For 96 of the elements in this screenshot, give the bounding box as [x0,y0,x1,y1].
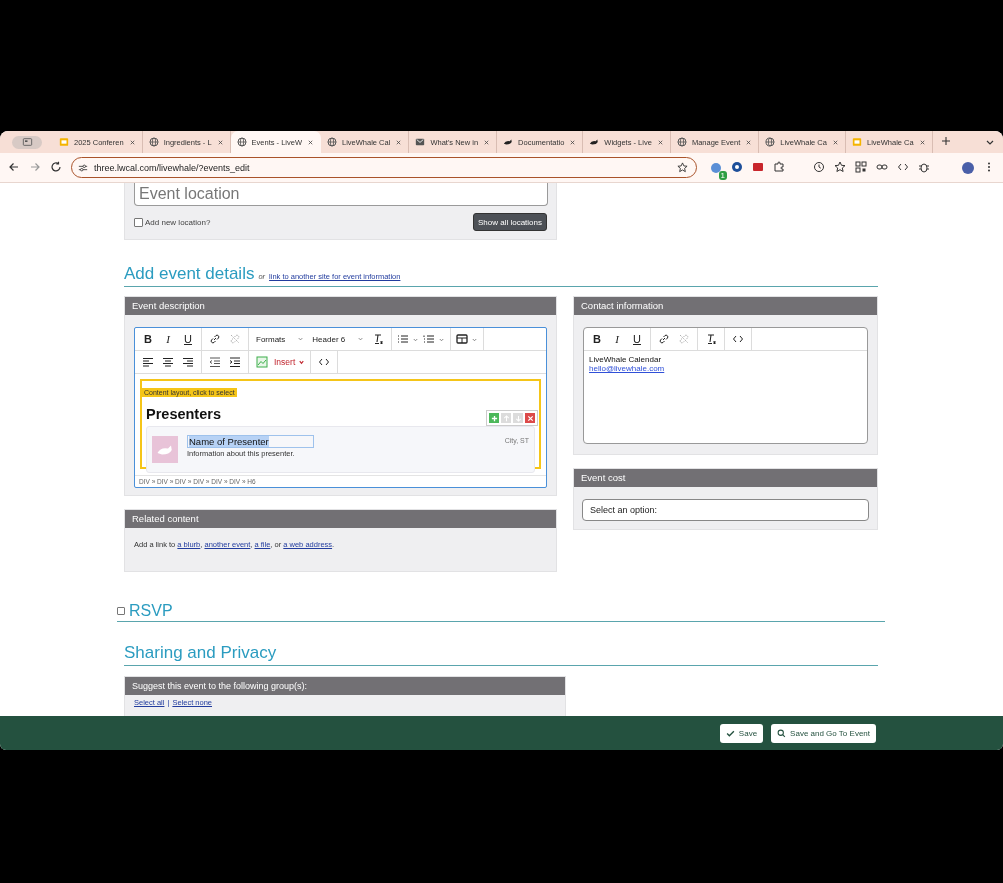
close-icon [395,138,403,146]
caret-icon [297,335,305,343]
add-location-checkbox[interactable] [134,217,143,227]
close-icon [216,138,224,146]
close-icon [569,138,577,146]
unlink-icon [229,333,241,345]
italic-button[interactable]: I [607,330,627,348]
panel-header: Suggest this event to the following group(s): [125,677,565,695]
underline-button[interactable]: U [627,330,647,348]
presenters-heading: Presenters [146,406,221,422]
indent-icon [229,356,241,368]
site-settings-icon [78,162,88,173]
close-icon [307,138,314,146]
rsvp-checkbox[interactable] [117,607,125,615]
extension-icon [710,161,722,174]
arrow-down-icon [514,414,522,422]
globe-icon [327,137,337,147]
bold-button[interactable]: B [138,330,158,348]
arrow-up-icon [502,414,510,422]
section-heading: RSVP [129,602,173,620]
profile-avatar[interactable] [962,161,974,174]
panel-header: Contact information [574,297,877,315]
italic-button[interactable]: I [158,330,178,348]
globe-icon [765,137,776,147]
plus-icon [490,414,498,422]
caret-icon [357,335,365,343]
search-icon [777,728,787,738]
panel-header: Event cost [574,469,877,487]
tab-search-button[interactable] [12,135,42,149]
link-icon [209,333,221,345]
forward-icon [29,160,41,173]
close-icon [745,138,753,146]
new-tab-icon [940,136,951,146]
bullet-list-icon [397,333,410,345]
history-icon [813,160,825,173]
extension-icon [752,160,764,173]
format-dropdown[interactable]: Formats [252,330,309,348]
bold-button[interactable]: B [587,330,607,348]
outdent-icon [209,356,221,368]
globe-icon [676,137,687,147]
bug-icon [918,160,930,173]
contact-name: LiveWhale Calendar [589,355,663,364]
remove-block-button[interactable] [525,413,535,423]
clear-format-icon [372,333,385,345]
code-icon [732,333,744,345]
close-icon [831,138,839,146]
panel-header: Related content [125,510,556,528]
underline-button[interactable]: U [178,330,198,348]
star-icon [834,160,846,173]
reload-icon [50,160,62,173]
link-icon [658,333,670,345]
section-heading: Add event details [124,264,255,284]
extension-badge: 1 [718,170,727,180]
panel-header: Event description [125,297,556,315]
location-input[interactable]: Event location [134,183,548,206]
code-icon [318,356,331,368]
close-icon [483,138,491,146]
back-icon [8,160,20,173]
save-and-view-button[interactable]: Save and Go To Event [771,723,876,743]
qr-code-icon [855,160,867,173]
rich-text-editor[interactable]: B I U LiveWhale Calendar hello@livewhale.com [583,327,868,444]
insert-menu-button[interactable]: Insert [272,353,308,371]
bookmark-star-icon [677,162,688,173]
close-icon [128,138,136,146]
extension-icon [731,160,743,173]
checkbox-label: Add new location? [145,217,211,227]
show-all-locations-button[interactable]: Show all locations [472,213,547,231]
close-icon [656,138,664,146]
align-right-icon [182,356,194,368]
whale-icon [503,137,514,147]
numbered-list-icon [423,333,436,345]
cost-select[interactable]: Select an option: [582,499,869,521]
check-icon [725,728,735,738]
puzzle-icon [773,160,785,173]
globe-icon [236,137,247,147]
save-button[interactable]: Save [719,723,764,743]
close-icon [918,138,926,146]
presenter-name-field[interactable]: Name of Presenter [187,435,314,448]
email-link[interactable]: hello@livewhale.com [589,364,862,373]
align-center-icon [162,356,174,368]
align-left-icon [142,356,154,368]
url-text: three.lwcal.com/livewhale/?events_edit [94,162,251,173]
slides-icon [59,137,69,147]
clear-format-icon [705,333,717,345]
image-icon [256,356,268,368]
unlink-icon [678,333,690,345]
close-icon [526,414,534,422]
mail-icon [415,137,426,147]
globe-icon [148,137,159,147]
table-icon [456,333,469,345]
section-heading: Sharing and Privacy [124,643,277,663]
format-dropdown[interactable]: Header 6 [308,330,369,348]
caret-icon [298,358,306,366]
slides-icon [851,137,862,147]
whale-icon [589,137,600,147]
tab-list-icon [21,137,33,147]
